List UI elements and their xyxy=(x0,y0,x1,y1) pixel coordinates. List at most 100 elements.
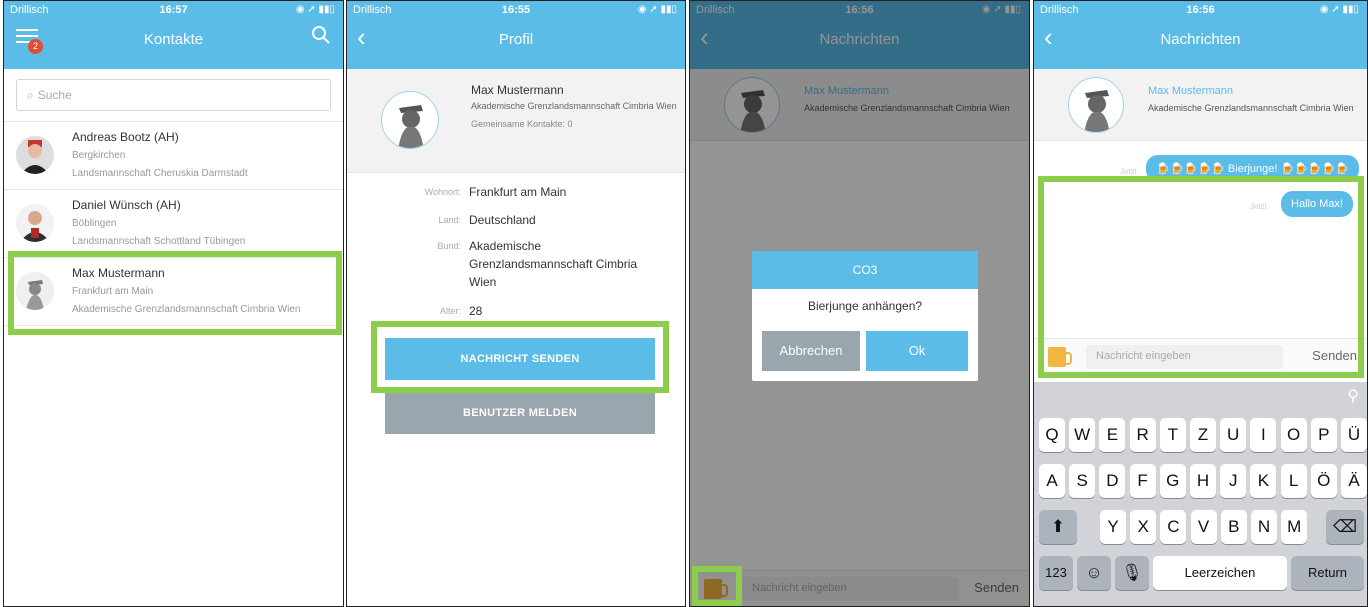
avatar xyxy=(16,272,54,310)
contact-item-daniel[interactable]: Daniel Wünsch (AH) Böblingen Landsmannsc… xyxy=(4,190,343,258)
nav-bar: ‹ Nachrichten xyxy=(1034,21,1367,69)
avatar xyxy=(16,204,54,242)
key-q[interactable]: Q xyxy=(1039,418,1065,452)
contact-city: Bergkirchen xyxy=(72,150,126,161)
search-input[interactable]: ⌕ Suche xyxy=(16,79,331,111)
key-s[interactable]: S xyxy=(1069,464,1096,498)
chat-header[interactable]: Max Mustermann Akademische Grenzlandsman… xyxy=(1034,69,1367,141)
contact-city: Frankfurt am Main xyxy=(72,286,154,297)
space-key[interactable]: Leerzeichen xyxy=(1153,556,1287,590)
nav-bar: 2 Kontakte xyxy=(4,21,343,69)
status-time: 16:56 xyxy=(1186,4,1215,16)
profile-screen: Drillisch 16:55 ◉ ➚ ▮▮▯ ‹ Profil Max Mus… xyxy=(346,0,686,607)
avatar xyxy=(16,136,54,174)
key-ä[interactable]: Ä xyxy=(1341,464,1367,498)
status-bar: Drillisch 16:57 ◉ ➚ ▮▮▯ xyxy=(4,1,343,21)
emoji-key-icon[interactable]: ☺ xyxy=(1077,556,1111,590)
contact-name: Daniel Wünsch (AH) xyxy=(72,198,181,212)
chat-contact-org: Akademische Grenzlandsmannschaft Cimbria… xyxy=(1148,103,1354,113)
key-y[interactable]: Y xyxy=(1100,510,1126,544)
chat-contact-name: Max Mustermann xyxy=(1148,85,1233,97)
key-p[interactable]: P xyxy=(1310,418,1337,452)
magnifier-icon: ⌕ xyxy=(27,88,34,102)
avatar xyxy=(381,91,439,149)
send-message-button[interactable]: NACHRICHT SENDEN xyxy=(385,338,655,380)
key-icon: ⚲ xyxy=(1347,388,1359,405)
key-w[interactable]: W xyxy=(1069,418,1096,452)
contact-name: Max Mustermann xyxy=(72,266,165,280)
message-time: Jetzt xyxy=(1250,202,1267,211)
wohnort-value: Frankfurt am Main xyxy=(469,185,567,199)
key-t[interactable]: T xyxy=(1159,418,1186,452)
bund-value-line2: Grenzlandsmannschaft Cimbria xyxy=(469,257,638,271)
key-f[interactable]: F xyxy=(1129,464,1156,498)
profile-header: Max Mustermann Akademische Grenzlandsman… xyxy=(347,69,685,173)
key-l[interactable]: L xyxy=(1280,464,1307,498)
contact-org: Landsmannschaft Schottland Tübingen xyxy=(72,236,246,247)
bund-value-line1: Akademische xyxy=(469,239,542,253)
contact-item-max[interactable]: Max Mustermann Frankfurt am Main Akademi… xyxy=(4,258,343,326)
battery-icon: ◉ ➚ ▮▮▯ xyxy=(1319,4,1359,15)
key-n[interactable]: N xyxy=(1251,510,1277,544)
nav-bar: ‹ Profil xyxy=(347,21,685,69)
page-title: Profil xyxy=(498,31,534,48)
message-bubble: Hallo Max! xyxy=(1281,191,1353,217)
shift-key-icon[interactable]: ⬆ xyxy=(1039,510,1077,544)
key-h[interactable]: H xyxy=(1190,464,1216,498)
cancel-button[interactable]: Abbrechen xyxy=(762,331,860,371)
message-bubble: 🍺🍺🍺🍺🍺 Bierjunge! 🍺🍺🍺🍺🍺 xyxy=(1146,155,1359,182)
search-icon[interactable] xyxy=(311,25,331,50)
bund-value-line3: Wien xyxy=(469,275,497,289)
key-o[interactable]: O xyxy=(1280,418,1307,452)
report-user-button[interactable]: BENUTZER MELDEN xyxy=(385,392,655,434)
alter-value: 28 xyxy=(469,304,483,318)
send-button[interactable]: Senden xyxy=(1312,348,1357,363)
status-time: 16:57 xyxy=(159,4,188,16)
message-input[interactable]: Nachricht eingeben xyxy=(1086,345,1283,369)
dialog-message: Bierjunge anhängen? xyxy=(807,299,923,313)
status-bar: Drillisch 16:55 ◉ ➚ ▮▮▯ xyxy=(347,1,685,21)
numbers-key[interactable]: 123 xyxy=(1039,556,1073,590)
beer-icon[interactable] xyxy=(1048,347,1072,367)
key-ü[interactable]: Ü xyxy=(1341,418,1367,452)
message-time: Jetzt xyxy=(1120,167,1137,176)
key-b[interactable]: B xyxy=(1220,510,1247,544)
battery-icon: ◉ ➚ ▮▮▯ xyxy=(637,4,677,15)
profile-org: Akademische Grenzlandsmannschaft Cimbria… xyxy=(471,101,677,111)
key-a[interactable]: A xyxy=(1039,464,1065,498)
land-label: Land: xyxy=(438,215,461,225)
key-u[interactable]: U xyxy=(1220,418,1247,452)
key-e[interactable]: E xyxy=(1099,418,1126,452)
contact-org: Akademische Grenzlandsmannschaft Cimbria… xyxy=(72,304,301,315)
backspace-key-icon[interactable]: ⌫ xyxy=(1326,510,1364,544)
contact-item-andreas[interactable]: Andreas Bootz (AH) Bergkirchen Landsmann… xyxy=(4,122,343,190)
chat-keyboard-screen: Drillisch 16:56 ◉ ➚ ▮▮▯ ‹ Nachrichten Ma… xyxy=(1033,0,1368,607)
contacts-screen: Drillisch 16:57 ◉ ➚ ▮▮▯ 2 Kontakte ⌕ Such… xyxy=(3,0,344,607)
key-ö[interactable]: Ö xyxy=(1310,464,1337,498)
key-c[interactable]: C xyxy=(1160,510,1187,544)
key-m[interactable]: M xyxy=(1281,510,1308,544)
key-z[interactable]: Z xyxy=(1190,418,1216,452)
status-time: 16:55 xyxy=(501,4,531,16)
message-input-bar: Nachricht eingeben Senden xyxy=(1034,338,1367,374)
key-k[interactable]: K xyxy=(1250,464,1277,498)
ok-button[interactable]: Ok xyxy=(866,331,968,371)
wohnort-label: Wohnort: xyxy=(424,187,461,197)
confirm-dialog: CO3 Bierjunge anhängen? Abbrechen Ok xyxy=(752,251,978,381)
contact-city: Böblingen xyxy=(72,218,117,229)
keyboard: ⚲ Q W E R T Z U I O P Ü A S D F G H J K L Ö Ä ⬆ Y X C V B N M ⌫ 123 ☺ 🎙 Le… xyxy=(1034,382,1367,606)
key-j[interactable]: J xyxy=(1220,464,1247,498)
key-i[interactable]: I xyxy=(1250,418,1277,452)
key-v[interactable]: V xyxy=(1190,510,1217,544)
key-d[interactable]: D xyxy=(1099,464,1126,498)
microphone-key-icon[interactable]: 🎙 xyxy=(1115,556,1149,590)
profile-name: Max Mustermann xyxy=(471,83,564,97)
return-key[interactable]: Return xyxy=(1291,556,1364,590)
land-value: Deutschland xyxy=(469,213,536,227)
avatar xyxy=(1068,77,1124,133)
dialog-title: CO3 xyxy=(752,251,978,289)
key-x[interactable]: X xyxy=(1130,510,1157,544)
key-g[interactable]: G xyxy=(1159,464,1186,498)
contact-name: Andreas Bootz (AH) xyxy=(72,130,179,144)
key-r[interactable]: R xyxy=(1129,418,1156,452)
